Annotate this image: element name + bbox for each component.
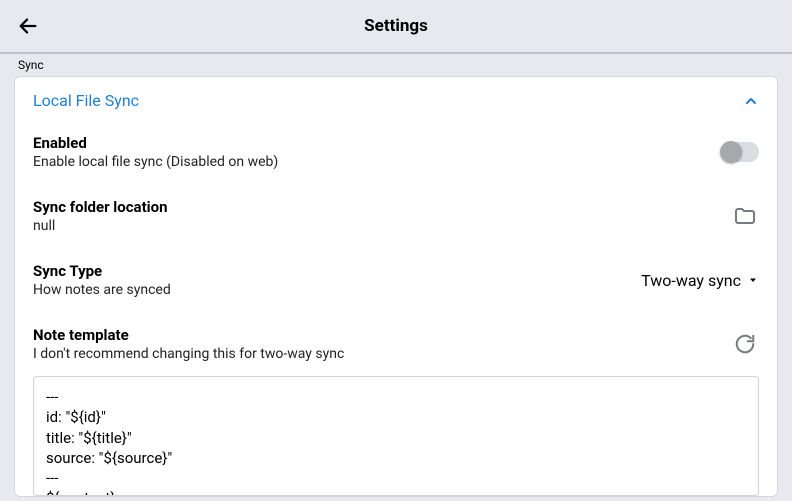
section-header[interactable]: Local File Sync (33, 87, 759, 120)
back-button[interactable] (12, 10, 44, 42)
sync-type-dropdown[interactable]: Two-way sync (641, 271, 759, 290)
enabled-desc: Enable local file sync (Disabled on web) (33, 154, 278, 170)
chevron-up-icon (743, 93, 759, 109)
enabled-label: Enabled (33, 134, 278, 152)
row-enabled-text: Enabled Enable local file sync (Disabled… (33, 134, 278, 170)
row-note-template: Note template I don't recommend changing… (33, 312, 759, 376)
row-folder-text: Sync folder location null (33, 198, 168, 234)
enabled-toggle[interactable] (721, 142, 759, 162)
page-title: Settings (0, 16, 792, 36)
folder-icon (733, 204, 757, 228)
collapse-button[interactable] (743, 93, 759, 109)
sync-type-label: Sync Type (33, 262, 171, 280)
row-folder: Sync folder location null (33, 184, 759, 248)
reset-template-button[interactable] (731, 330, 759, 358)
folder-label: Sync folder location (33, 198, 168, 216)
toggle-knob (720, 141, 742, 163)
row-sync-type-text: Sync Type How notes are synced (33, 262, 171, 298)
row-sync-type: Sync Type How notes are synced Two-way s… (33, 248, 759, 312)
sync-type-desc: How notes are synced (33, 282, 171, 298)
refresh-icon (734, 333, 756, 355)
template-desc: I don't recommend changing this for two-… (33, 346, 344, 362)
template-textarea[interactable] (33, 376, 759, 496)
breadcrumb: Sync (0, 54, 792, 76)
section-title: Local File Sync (33, 91, 139, 110)
row-note-template-text: Note template I don't recommend changing… (33, 326, 344, 362)
choose-folder-button[interactable] (731, 202, 759, 230)
topbar: Settings (0, 0, 792, 54)
arrow-left-icon (17, 15, 39, 37)
folder-value: null (33, 218, 168, 234)
settings-panel: Local File Sync Enabled Enable local fil… (14, 76, 778, 497)
template-label: Note template (33, 326, 344, 344)
row-enabled: Enabled Enable local file sync (Disabled… (33, 120, 759, 184)
caret-down-icon (747, 274, 759, 286)
sync-type-value: Two-way sync (641, 271, 741, 290)
